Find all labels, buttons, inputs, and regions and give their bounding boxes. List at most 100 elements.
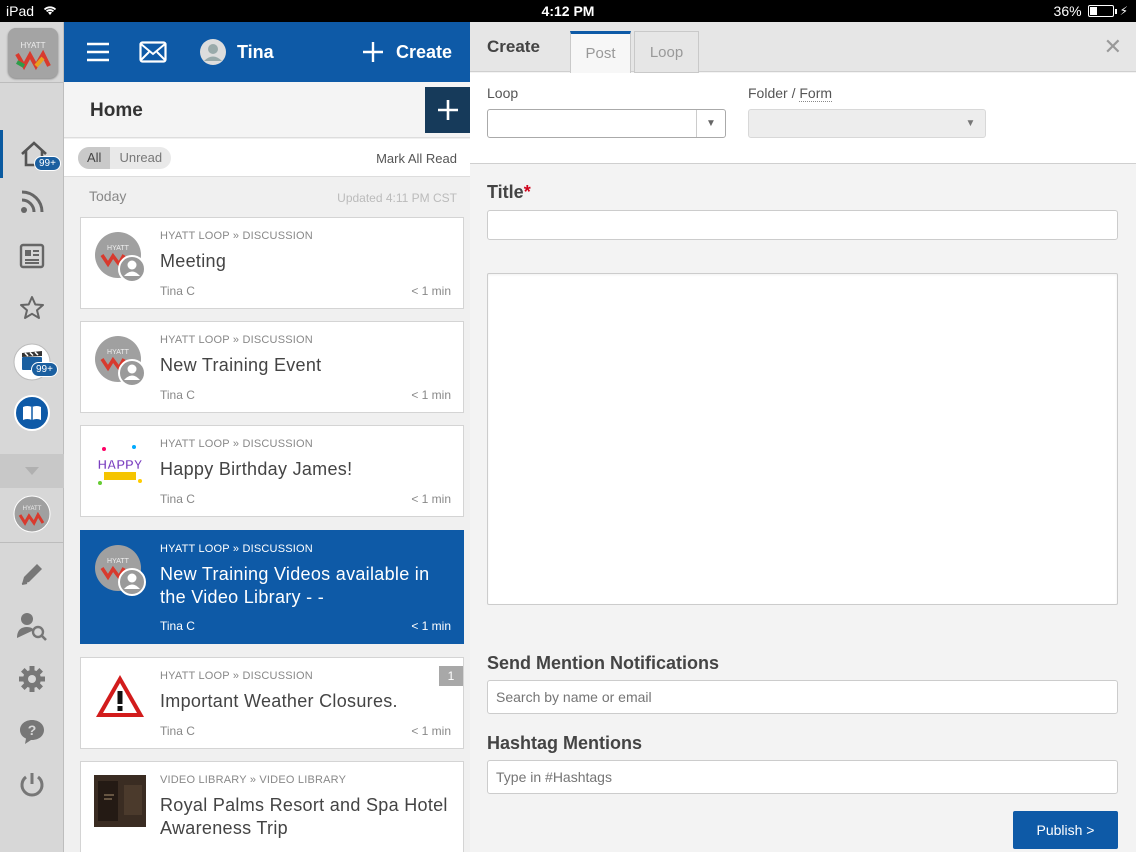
battery-icon <box>1087 5 1117 17</box>
add-button[interactable] <box>425 87 470 133</box>
feed-item-selected[interactable]: HYATT HYATT LOOP » DISCUSSION New Traini… <box>80 530 464 644</box>
nav-help[interactable]: ? <box>0 708 64 756</box>
hyatt-loop-avatar: HYATT <box>95 232 146 283</box>
messages-button[interactable] <box>139 22 167 82</box>
svg-text:HYATT: HYATT <box>107 558 130 565</box>
item-source: HYATT LOOP » DISCUSSION <box>160 334 313 346</box>
close-button[interactable]: ✕ <box>1104 34 1122 60</box>
item-source: VIDEO LIBRARY » VIDEO LIBRARY <box>160 774 347 786</box>
page-title: Home <box>90 100 143 121</box>
help-icon: ? <box>20 720 44 744</box>
nav-settings[interactable] <box>0 655 64 703</box>
user-search-icon <box>17 613 47 641</box>
item-source: HYATT LOOP » DISCUSSION <box>160 438 313 450</box>
warning-icon <box>94 671 146 723</box>
filter-all[interactable]: All <box>78 147 111 169</box>
top-bar: Tina Create <box>64 22 470 82</box>
nav-video-library[interactable]: 99+ <box>0 338 64 386</box>
title-input[interactable] <box>487 210 1118 240</box>
birthday-thumbnail: HAPPY <box>94 439 146 491</box>
video-thumbnail <box>94 775 146 827</box>
caret-down-icon: ▼ <box>696 110 725 137</box>
feed-item[interactable]: HAPPY HYATT LOOP » DISCUSSION Happy Birt… <box>80 425 464 517</box>
item-author: Tina C <box>160 492 195 506</box>
create-panel: Create Post Loop ✕ Loop ▼ Folder / Form … <box>470 22 1136 852</box>
item-source: HYATT LOOP » DISCUSSION <box>160 543 313 555</box>
item-time: < 1 min <box>411 284 451 298</box>
item-author: Tina C <box>160 284 195 298</box>
item-title: Royal Palms Resort and Spa Hotel Awarene… <box>160 795 448 838</box>
power-icon <box>20 773 44 797</box>
nav-separator <box>0 82 64 83</box>
publish-button[interactable]: Publish > <box>1013 811 1118 849</box>
nav-library[interactable] <box>0 389 64 437</box>
mail-icon <box>139 41 167 63</box>
status-bar: iPad 4:12 PM 36% ⚡ <box>0 0 1136 22</box>
create-button[interactable]: Create <box>362 22 452 82</box>
user-name: Tina <box>237 41 274 62</box>
pencil-icon <box>21 564 42 585</box>
item-title: New Training Event <box>160 355 322 375</box>
loop-label: Loop <box>487 85 519 101</box>
tab-post[interactable]: Post <box>570 31 631 73</box>
tab-loop[interactable]: Loop <box>634 31 699 73</box>
hyatt-logo: HYATT <box>13 495 51 533</box>
feed-item[interactable]: HYATT LOOP » DISCUSSION Important Weathe… <box>80 657 464 749</box>
star-icon <box>20 296 44 319</box>
thumbnail-text: HAPPY <box>98 457 143 472</box>
app-logo[interactable]: HYATT <box>8 28 58 78</box>
nav-home[interactable]: 99+ <box>0 130 64 178</box>
feed-item[interactable]: HYATT HYATT LOOP » DISCUSSION New Traini… <box>80 321 464 413</box>
folder-select[interactable]: ▼ <box>748 109 986 138</box>
user-menu[interactable]: Tina <box>199 22 274 82</box>
folder-label: Folder <box>748 85 788 101</box>
filter-unread[interactable]: Unread <box>110 147 171 169</box>
filter-bar: All Unread Mark All Read <box>64 139 470 177</box>
nav-news[interactable] <box>0 232 64 280</box>
filter-toggle: All Unread <box>78 147 172 169</box>
hyatt-loop-avatar: HYATT <box>95 336 146 387</box>
svg-text:HYATT: HYATT <box>107 245 130 252</box>
item-time: < 1 min <box>411 492 451 506</box>
body-editor[interactable] <box>487 273 1118 605</box>
item-source: HYATT LOOP » DISCUSSION <box>160 670 313 682</box>
feed-item[interactable]: HYATT HYATT LOOP » DISCUSSION Meeting Ti… <box>80 217 464 309</box>
target-selectors: Loop ▼ Folder / Form ▼ <box>470 73 1136 164</box>
hamburger-icon <box>87 42 109 62</box>
create-title: Create <box>487 37 540 56</box>
item-source: HYATT LOOP » DISCUSSION <box>160 230 313 242</box>
chevron-down-icon <box>25 467 39 475</box>
comment-count-badge: 1 <box>439 666 463 686</box>
item-title: Meeting <box>160 251 227 271</box>
item-author: Tina C <box>160 619 195 633</box>
mentions-input[interactable] <box>487 680 1118 714</box>
video-badge: 99+ <box>31 362 58 377</box>
nav-hyatt-loop[interactable]: HYATT <box>0 490 64 538</box>
create-label: Create <box>396 41 453 62</box>
svg-text:HYATT: HYATT <box>20 41 45 50</box>
nav-collapse-toggle[interactable] <box>0 454 64 488</box>
folder-form-label: Folder / Form <box>748 85 833 102</box>
nav-favorites[interactable] <box>0 284 64 332</box>
nav-feeds[interactable] <box>0 178 64 226</box>
charging-icon: ⚡ <box>1119 4 1128 18</box>
nav-compose[interactable] <box>0 550 64 598</box>
item-title: New Training Videos available in the Vid… <box>160 564 430 607</box>
feed-item[interactable]: VIDEO LIBRARY » VIDEO LIBRARY Royal Palm… <box>80 761 464 852</box>
caret-down-icon: ▼ <box>965 118 976 129</box>
svg-text:HYATT: HYATT <box>23 506 42 512</box>
nav-logout[interactable] <box>0 761 64 809</box>
feed-panel: Tina Create Home All Unread Mark All Rea… <box>64 22 470 852</box>
title-label: Title* <box>487 182 531 203</box>
avatar-icon <box>200 39 226 65</box>
nav-people-search[interactable] <box>0 602 64 650</box>
news-icon <box>19 243 45 269</box>
mark-all-read-link[interactable]: Mark All Read <box>376 151 457 166</box>
loop-select[interactable]: ▼ <box>487 109 726 138</box>
book-icon <box>14 395 50 431</box>
menu-button[interactable] <box>86 22 110 82</box>
home-badge: 99+ <box>34 156 61 171</box>
mentions-label: Send Mention Notifications <box>487 653 719 673</box>
hashtags-input[interactable] <box>487 760 1118 794</box>
svg-text:?: ? <box>28 722 37 738</box>
